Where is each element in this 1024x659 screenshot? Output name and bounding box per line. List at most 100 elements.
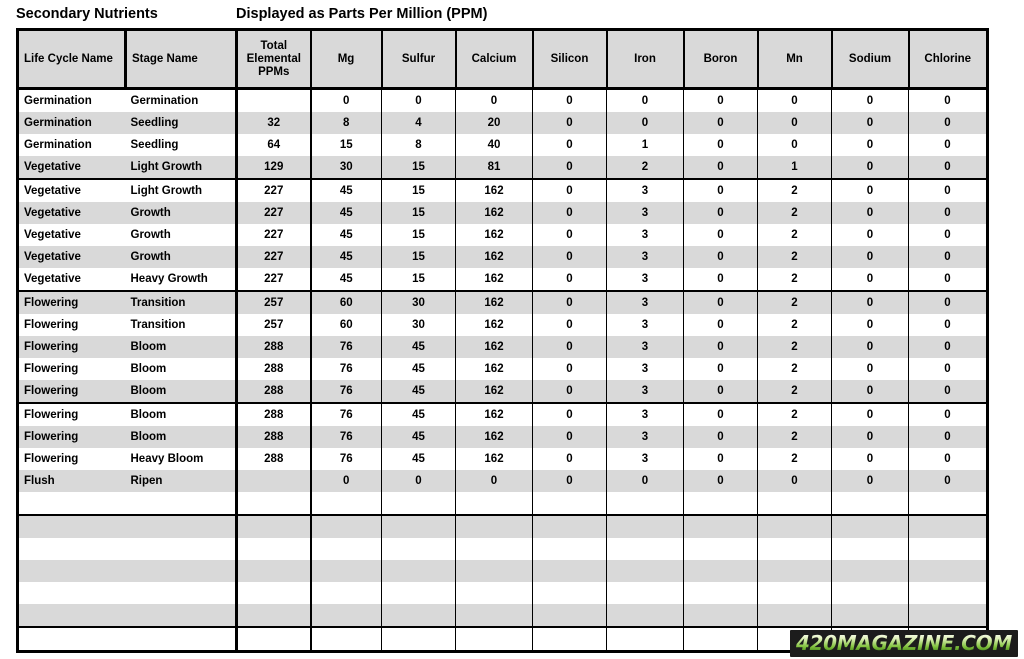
column-header-chlorine: Chlorine (907, 28, 989, 90)
cell-calcium: 81 (455, 156, 533, 180)
table-body: Germination Germination 0 0 0 0 0 0 0 0 0 Germinati… (16, 88, 989, 653)
cell-boron (683, 538, 758, 560)
cell-mn (757, 538, 832, 560)
cell-boron: 0 (683, 112, 758, 134)
column-header-calcium: Calcium (454, 28, 534, 90)
cell-sulfur: 15 (381, 268, 456, 292)
cell-mg: 76 (310, 426, 382, 448)
cell-total-elemental-ppms: 227 (236, 179, 312, 202)
cell-sodium: 0 (831, 314, 909, 336)
cell-life-cycle-name (16, 492, 126, 515)
cell-sodium: 0 (831, 134, 909, 156)
cell-silicon: 0 (532, 314, 607, 336)
table-row: Flowering Heavy Bloom 288 76 45 162 0 3 0 2 0 0 (16, 448, 989, 470)
table-row: Vegetative Growth 227 45 15 162 0 3 0 2 0 0 (16, 246, 989, 268)
cell-life-cycle-name: Flowering (16, 426, 126, 448)
cell-sulfur (381, 582, 456, 604)
cell-silicon: 0 (532, 156, 607, 180)
cell-total-elemental-ppms: 227 (236, 224, 312, 246)
cell-calcium: 162 (455, 224, 533, 246)
cell-total-elemental-ppms: 32 (236, 112, 312, 134)
cell-chlorine: 0 (908, 448, 989, 470)
cell-iron: 3 (606, 291, 684, 314)
cell-chlorine: 0 (908, 291, 989, 314)
cell-sodium: 0 (831, 336, 909, 358)
cell-mg (310, 626, 382, 653)
cell-life-cycle-name (16, 604, 126, 627)
cell-silicon: 0 (532, 358, 607, 380)
cell-chlorine: 0 (908, 380, 989, 404)
cell-mg: 0 (310, 470, 382, 492)
table-row: Flush Ripen 0 0 0 0 0 0 0 0 0 (16, 470, 989, 492)
cell-total-elemental-ppms: 257 (236, 291, 312, 314)
cell-life-cycle-name: Flowering (16, 291, 126, 314)
title-bar: Secondary Nutrients Displayed as Parts P… (16, 6, 1008, 26)
cell-sodium: 0 (831, 470, 909, 492)
table-row: Flowering Bloom 288 76 45 162 0 3 0 2 0 0 (16, 358, 989, 380)
cell-mg: 30 (310, 156, 382, 180)
cell-boron: 0 (683, 88, 758, 112)
cell-mn: 2 (757, 336, 832, 358)
cell-sodium: 0 (831, 291, 909, 314)
cell-mg: 8 (310, 112, 382, 134)
cell-total-elemental-ppms: 288 (236, 426, 312, 448)
cell-iron (606, 538, 684, 560)
cell-sulfur: 45 (381, 336, 456, 358)
cell-chlorine (908, 604, 989, 627)
cell-mg: 0 (310, 88, 382, 112)
cell-life-cycle-name: Germination (16, 88, 126, 112)
cell-mn: 2 (757, 448, 832, 470)
cell-sodium: 0 (831, 88, 909, 112)
cell-chlorine: 0 (908, 403, 989, 426)
cell-stage-name: Transition (125, 291, 238, 314)
cell-mn: 2 (757, 224, 832, 246)
column-header-boron: Boron (682, 28, 759, 90)
cell-iron (606, 560, 684, 582)
cell-sulfur: 8 (381, 134, 456, 156)
cell-silicon: 0 (532, 246, 607, 268)
cell-sodium: 0 (831, 448, 909, 470)
cell-total-elemental-ppms (236, 514, 312, 538)
cell-boron: 0 (683, 202, 758, 224)
table-row-empty (16, 538, 989, 560)
cell-calcium (455, 514, 533, 538)
cell-boron: 0 (683, 403, 758, 426)
cell-chlorine: 0 (908, 179, 989, 202)
cell-sulfur (381, 560, 456, 582)
cell-calcium: 162 (455, 358, 533, 380)
cell-stage-name: Seedling (125, 134, 238, 156)
cell-calcium: 162 (455, 336, 533, 358)
cell-silicon: 0 (532, 88, 607, 112)
cell-boron: 0 (683, 179, 758, 202)
cell-silicon: 0 (532, 202, 607, 224)
cell-iron: 3 (606, 224, 684, 246)
cell-sodium: 0 (831, 380, 909, 404)
cell-chlorine (908, 492, 989, 515)
cell-calcium: 0 (455, 88, 533, 112)
table-row: Germination Seedling 32 8 4 20 0 0 0 0 0 0 (16, 112, 989, 134)
cell-total-elemental-ppms (236, 88, 312, 112)
cell-total-elemental-ppms (236, 626, 312, 653)
cell-mg: 76 (310, 380, 382, 404)
cell-stage-name: Transition (125, 314, 238, 336)
table-row: Germination Seedling 64 15 8 40 0 1 0 0 0 0 (16, 134, 989, 156)
cell-total-elemental-ppms: 257 (236, 314, 312, 336)
cell-silicon (532, 560, 607, 582)
cell-calcium: 0 (455, 470, 533, 492)
cell-silicon: 0 (532, 224, 607, 246)
cell-stage-name: Bloom (125, 380, 238, 404)
cell-stage-name (125, 538, 238, 560)
cell-sodium: 0 (831, 426, 909, 448)
cell-sulfur (381, 514, 456, 538)
cell-chlorine: 0 (908, 202, 989, 224)
cell-total-elemental-ppms (236, 560, 312, 582)
cell-total-elemental-ppms: 288 (236, 358, 312, 380)
cell-life-cycle-name: Flowering (16, 403, 126, 426)
cell-silicon: 0 (532, 448, 607, 470)
cell-silicon: 0 (532, 268, 607, 292)
cell-chlorine: 0 (908, 246, 989, 268)
cell-iron (606, 582, 684, 604)
table-row: Flowering Bloom 288 76 45 162 0 3 0 2 0 0 (16, 426, 989, 448)
cell-life-cycle-name: Vegetative (16, 179, 126, 202)
cell-silicon (532, 626, 607, 653)
